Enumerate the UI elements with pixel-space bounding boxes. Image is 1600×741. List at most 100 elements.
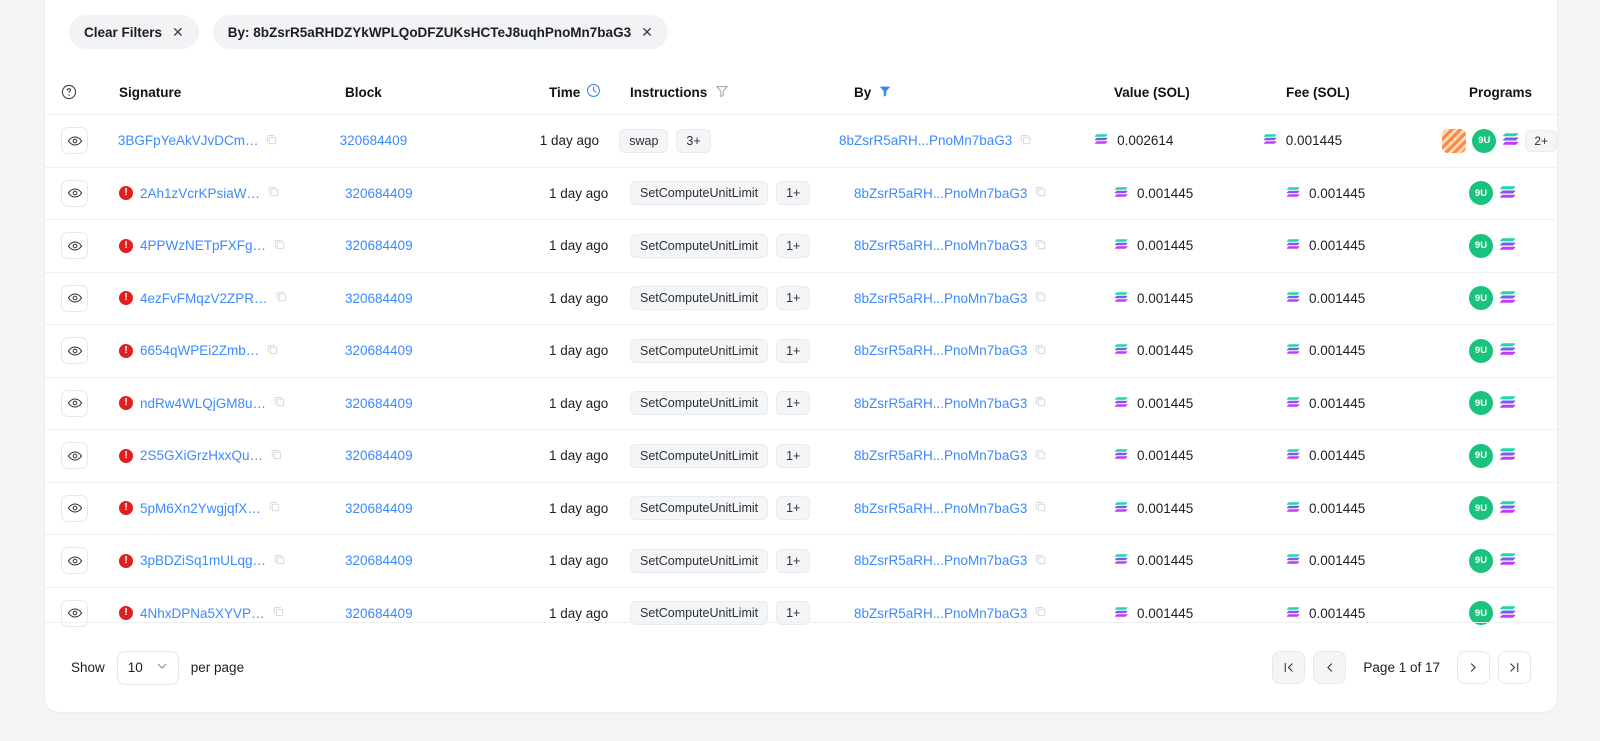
- program-icon-striped[interactable]: [1442, 129, 1466, 153]
- instruction-more-badge[interactable]: 1+: [776, 234, 810, 258]
- close-icon[interactable]: ✕: [172, 25, 184, 39]
- signature-link[interactable]: 2S5GXiGrzHxxQu…: [140, 448, 263, 463]
- program-icon-token[interactable]: 9U: [1469, 391, 1493, 415]
- by-address-link[interactable]: 8bZsrR5aRH...PnoMn7baG3: [854, 396, 1027, 411]
- program-icon-solana[interactable]: [1499, 290, 1516, 307]
- copy-icon[interactable]: [1034, 500, 1047, 516]
- block-link[interactable]: 320684409: [345, 606, 413, 621]
- program-icon-token[interactable]: 9U: [1469, 496, 1493, 520]
- table-row[interactable]: ! 4ezFvFMqzV2ZPR… 320684409 1 day ago Se…: [45, 272, 1557, 325]
- filter-icon-active[interactable]: [878, 84, 892, 101]
- instruction-badge[interactable]: SetComputeUnitLimit: [630, 549, 768, 573]
- header-cell-instructions[interactable]: Instructions: [630, 84, 854, 101]
- signature-link[interactable]: 4PPWzNETpFXFg…: [140, 238, 266, 253]
- program-icon-solana[interactable]: [1499, 552, 1516, 569]
- by-address-link[interactable]: 8bZsrR5aRH...PnoMn7baG3: [839, 133, 1012, 148]
- copy-icon[interactable]: [272, 605, 285, 621]
- program-icon-token[interactable]: 9U: [1469, 234, 1493, 258]
- copy-icon[interactable]: [1019, 133, 1032, 149]
- copy-icon[interactable]: [1034, 343, 1047, 359]
- eye-icon[interactable]: [61, 547, 88, 574]
- block-link[interactable]: 320684409: [345, 448, 413, 463]
- clear-filters-chip[interactable]: Clear Filters ✕: [69, 15, 199, 49]
- block-link[interactable]: 320684409: [345, 238, 413, 253]
- header-cell-fee[interactable]: Fee (SOL): [1286, 85, 1469, 100]
- instruction-more-badge[interactable]: 1+: [776, 339, 810, 363]
- header-cell-signature[interactable]: Signature: [119, 85, 345, 100]
- block-link[interactable]: 320684409: [345, 186, 413, 201]
- instruction-badge[interactable]: SetComputeUnitLimit: [630, 444, 768, 468]
- table-row[interactable]: 3BGFpYeAkVJvDCm… 320684409 1 day ago swa…: [45, 114, 1557, 167]
- program-icon-token[interactable]: 9U: [1469, 444, 1493, 468]
- clock-icon[interactable]: [586, 83, 601, 101]
- by-address-link[interactable]: 8bZsrR5aRH...PnoMn7baG3: [854, 291, 1027, 306]
- program-icon-token[interactable]: 9U: [1469, 181, 1493, 205]
- by-address-link[interactable]: 8bZsrR5aRH...PnoMn7baG3: [854, 448, 1027, 463]
- last-page-button[interactable]: [1498, 651, 1531, 684]
- by-address-link[interactable]: 8bZsrR5aRH...PnoMn7baG3: [854, 343, 1027, 358]
- by-address-link[interactable]: 8bZsrR5aRH...PnoMn7baG3: [854, 501, 1027, 516]
- copy-icon[interactable]: [1034, 185, 1047, 201]
- instruction-badge[interactable]: SetComputeUnitLimit: [630, 234, 768, 258]
- copy-icon[interactable]: [273, 238, 286, 254]
- eye-icon[interactable]: [61, 232, 88, 259]
- instruction-badge[interactable]: SetComputeUnitLimit: [630, 181, 768, 205]
- eye-icon[interactable]: [61, 180, 88, 207]
- program-icon-solana[interactable]: [1499, 185, 1516, 202]
- by-address-link[interactable]: 8bZsrR5aRH...PnoMn7baG3: [854, 606, 1027, 621]
- table-row[interactable]: ! 4PPWzNETpFXFg… 320684409 1 day ago Set…: [45, 219, 1557, 272]
- program-icon-solana[interactable]: [1499, 447, 1516, 464]
- header-cell-value[interactable]: Value (SOL): [1114, 85, 1286, 100]
- signature-link[interactable]: 4ezFvFMqzV2ZPR…: [140, 291, 268, 306]
- instruction-badge[interactable]: swap: [619, 129, 668, 153]
- copy-icon[interactable]: [275, 290, 288, 306]
- table-row[interactable]: ! 2S5GXiGrzHxxQu… 320684409 1 day ago Se…: [45, 429, 1557, 482]
- program-icon-solana[interactable]: [1499, 395, 1516, 412]
- copy-icon[interactable]: [1034, 395, 1047, 411]
- header-cell-programs[interactable]: Programs: [1469, 85, 1557, 100]
- eye-icon[interactable]: [61, 390, 88, 417]
- block-link[interactable]: 320684409: [345, 396, 413, 411]
- eye-icon[interactable]: [61, 127, 88, 154]
- first-page-button[interactable]: [1272, 651, 1305, 684]
- signature-link[interactable]: ndRw4WLQjGM8u…: [140, 396, 266, 411]
- copy-icon[interactable]: [265, 133, 278, 149]
- instruction-more-badge[interactable]: 3+: [676, 129, 710, 153]
- eye-icon[interactable]: [61, 442, 88, 469]
- instruction-badge[interactable]: SetComputeUnitLimit: [630, 339, 768, 363]
- program-icon-token[interactable]: 9U: [1469, 339, 1493, 363]
- header-cell-by[interactable]: By: [854, 84, 1114, 101]
- copy-icon[interactable]: [1034, 553, 1047, 569]
- eye-icon[interactable]: [61, 337, 88, 364]
- copy-icon[interactable]: [273, 553, 286, 569]
- instruction-badge[interactable]: SetComputeUnitLimit: [630, 286, 768, 310]
- signature-link[interactable]: 4NhxDPNa5XYVP…: [140, 606, 265, 621]
- eye-icon[interactable]: [61, 495, 88, 522]
- eye-icon[interactable]: [61, 285, 88, 312]
- close-icon[interactable]: ✕: [641, 25, 653, 39]
- by-address-link[interactable]: 8bZsrR5aRH...PnoMn7baG3: [854, 186, 1027, 201]
- instruction-more-badge[interactable]: 1+: [776, 286, 810, 310]
- signature-link[interactable]: 3pBDZiSq1mULqg…: [140, 553, 266, 568]
- table-row[interactable]: ! ndRw4WLQjGM8u… 320684409 1 day ago Set…: [45, 377, 1557, 430]
- copy-icon[interactable]: [267, 185, 280, 201]
- by-address-filter-chip[interactable]: By: 8bZsrR5aRHDZYkWPLQoDFZUKsHCTeJ8uqhPn…: [213, 15, 668, 49]
- copy-icon[interactable]: [270, 448, 283, 464]
- instruction-badge[interactable]: SetComputeUnitLimit: [630, 496, 768, 520]
- program-icon-token[interactable]: 9U: [1469, 286, 1493, 310]
- by-address-link[interactable]: 8bZsrR5aRH...PnoMn7baG3: [854, 553, 1027, 568]
- copy-icon[interactable]: [1034, 238, 1047, 254]
- copy-icon[interactable]: [1034, 290, 1047, 306]
- programs-more-badge[interactable]: 2+: [1525, 130, 1557, 152]
- instruction-more-badge[interactable]: 1+: [776, 549, 810, 573]
- table-row[interactable]: ! 2Ah1zVcrKPsiaW… 320684409 1 day ago Se…: [45, 167, 1557, 220]
- block-link[interactable]: 320684409: [340, 133, 408, 148]
- instruction-more-badge[interactable]: 1+: [776, 444, 810, 468]
- help-circle-icon[interactable]: [61, 84, 88, 100]
- program-icon-solana[interactable]: [1499, 605, 1516, 622]
- block-link[interactable]: 320684409: [345, 291, 413, 306]
- signature-link[interactable]: 3BGFpYeAkVJvDCm…: [118, 133, 259, 148]
- block-link[interactable]: 320684409: [345, 343, 413, 358]
- program-icon-token[interactable]: 9U: [1469, 549, 1493, 573]
- filter-icon[interactable]: [715, 84, 729, 101]
